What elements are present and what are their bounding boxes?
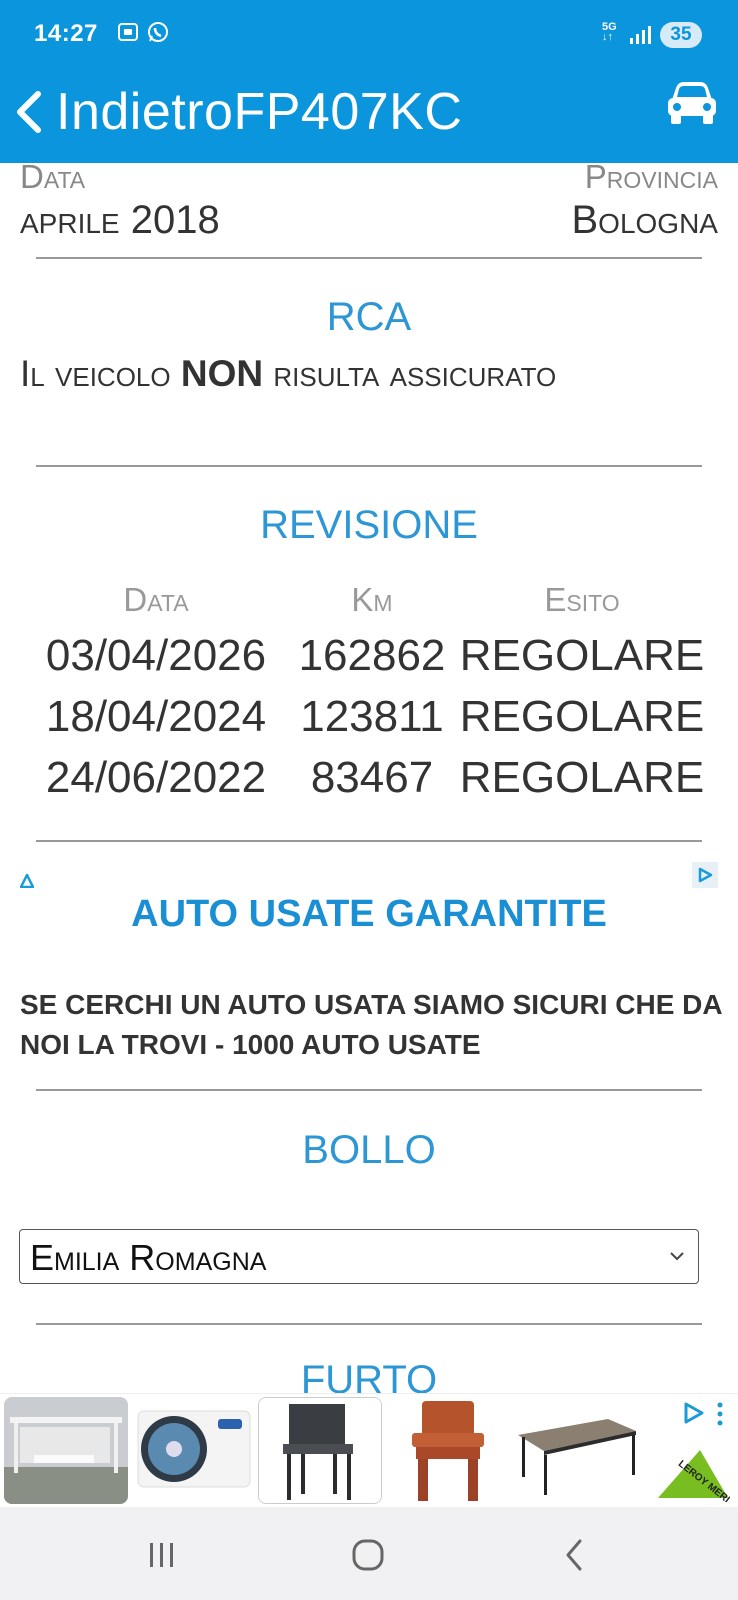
divider — [36, 840, 702, 842]
cell-date: 18/04/2024 — [45, 692, 267, 741]
adchoices-icon[interactable] — [692, 862, 718, 888]
region-select[interactable]: Emilia Romagna — [19, 1229, 699, 1284]
brand-logo: LEROY MERLIN — [658, 1450, 730, 1502]
banner-ad[interactable]: LEROY MERLIN — [0, 1393, 738, 1507]
table-header-row: Data Km Esito — [20, 575, 720, 625]
whatsapp-icon — [148, 22, 168, 42]
app-header: 14:27 5G ↓↑ 35 IndietroFP407KC — [0, 0, 738, 163]
chevron-down-icon — [670, 1252, 684, 1261]
ad-marker-icon — [20, 874, 34, 888]
car-icon[interactable] — [666, 80, 718, 126]
divider — [36, 1089, 702, 1091]
network-type: 5G ↓↑ — [602, 21, 617, 43]
adchoices-icon[interactable] — [680, 1400, 706, 1426]
table-row: 03/04/2026 162862 REGOLARE — [20, 625, 720, 686]
revisione-title: REVISIONE — [260, 503, 478, 547]
plate-title: FP407KC — [233, 83, 463, 141]
vehicle-details: Data Provincia aprile 2018 Bologna RCA I… — [0, 163, 738, 1393]
cell-km: 123811 — [300, 692, 444, 741]
cell-esito: REGOLARE — [459, 631, 705, 680]
cell-km: 83467 — [310, 753, 434, 802]
rca-title: RCA — [326, 295, 412, 339]
column-header-km: Km — [351, 581, 393, 618]
ad-body: SE CERCHI UN AUTO USATA SIAMO SICURI CHE… — [20, 989, 722, 1060]
screenshot-icon — [118, 23, 138, 41]
cell-date: 24/06/2022 — [45, 753, 267, 802]
back-icon[interactable] — [556, 1535, 596, 1575]
status-time: 14:27 — [34, 20, 98, 47]
more-options-icon[interactable] — [716, 1402, 724, 1426]
date-label: Data — [20, 163, 86, 195]
ad-product-pergola[interactable] — [4, 1397, 128, 1504]
column-header-esito: Esito — [544, 581, 620, 618]
table-row: 24/06/2022 83467 REGOLARE — [20, 747, 720, 808]
back-button[interactable]: IndietroFP407KC — [14, 76, 462, 148]
table-row: 18/04/2024 123811 REGOLARE — [20, 686, 720, 747]
divider — [36, 465, 702, 467]
system-navigation-bar — [0, 1507, 738, 1600]
furto-title: FURTO — [300, 1358, 438, 1393]
back-label: Indietro — [56, 83, 234, 141]
region-select-value: Emilia Romagna — [30, 1237, 267, 1278]
revisione-table: Data Km Esito 03/04/2026 162862 REGOLARE… — [20, 575, 720, 808]
cell-esito: REGOLARE — [459, 692, 705, 741]
ad-product-chair-gray[interactable] — [258, 1397, 382, 1504]
bollo-title: BOLLO — [302, 1128, 436, 1172]
province-label: Provincia — [584, 163, 718, 195]
recent-apps-icon[interactable] — [142, 1535, 182, 1575]
ad-product-air-conditioner[interactable] — [132, 1397, 256, 1504]
cell-date: 03/04/2026 — [45, 631, 267, 680]
cell-km: 162862 — [298, 631, 446, 680]
ad-product-table[interactable] — [514, 1397, 638, 1504]
ad-product-chair-orange[interactable] — [386, 1397, 510, 1504]
date-value: aprile 2018 — [20, 198, 220, 242]
rca-non-emphasis: NON — [180, 353, 264, 394]
rca-status-text: Il veicolo NON risulta assicurato — [20, 353, 557, 394]
ad-title[interactable]: AUTO USATE GARANTITE — [0, 893, 738, 936]
column-header-data: Data — [123, 581, 189, 618]
divider — [36, 1323, 702, 1325]
status-bar: 14:27 5G ↓↑ 35 — [0, 0, 738, 70]
home-icon[interactable] — [348, 1535, 388, 1575]
signal-icon — [630, 26, 651, 44]
chevron-left-icon — [17, 91, 41, 133]
province-value: Bologna — [571, 198, 719, 242]
cell-esito: REGOLARE — [459, 753, 705, 802]
battery-indicator: 35 — [660, 22, 702, 48]
divider — [36, 257, 702, 259]
